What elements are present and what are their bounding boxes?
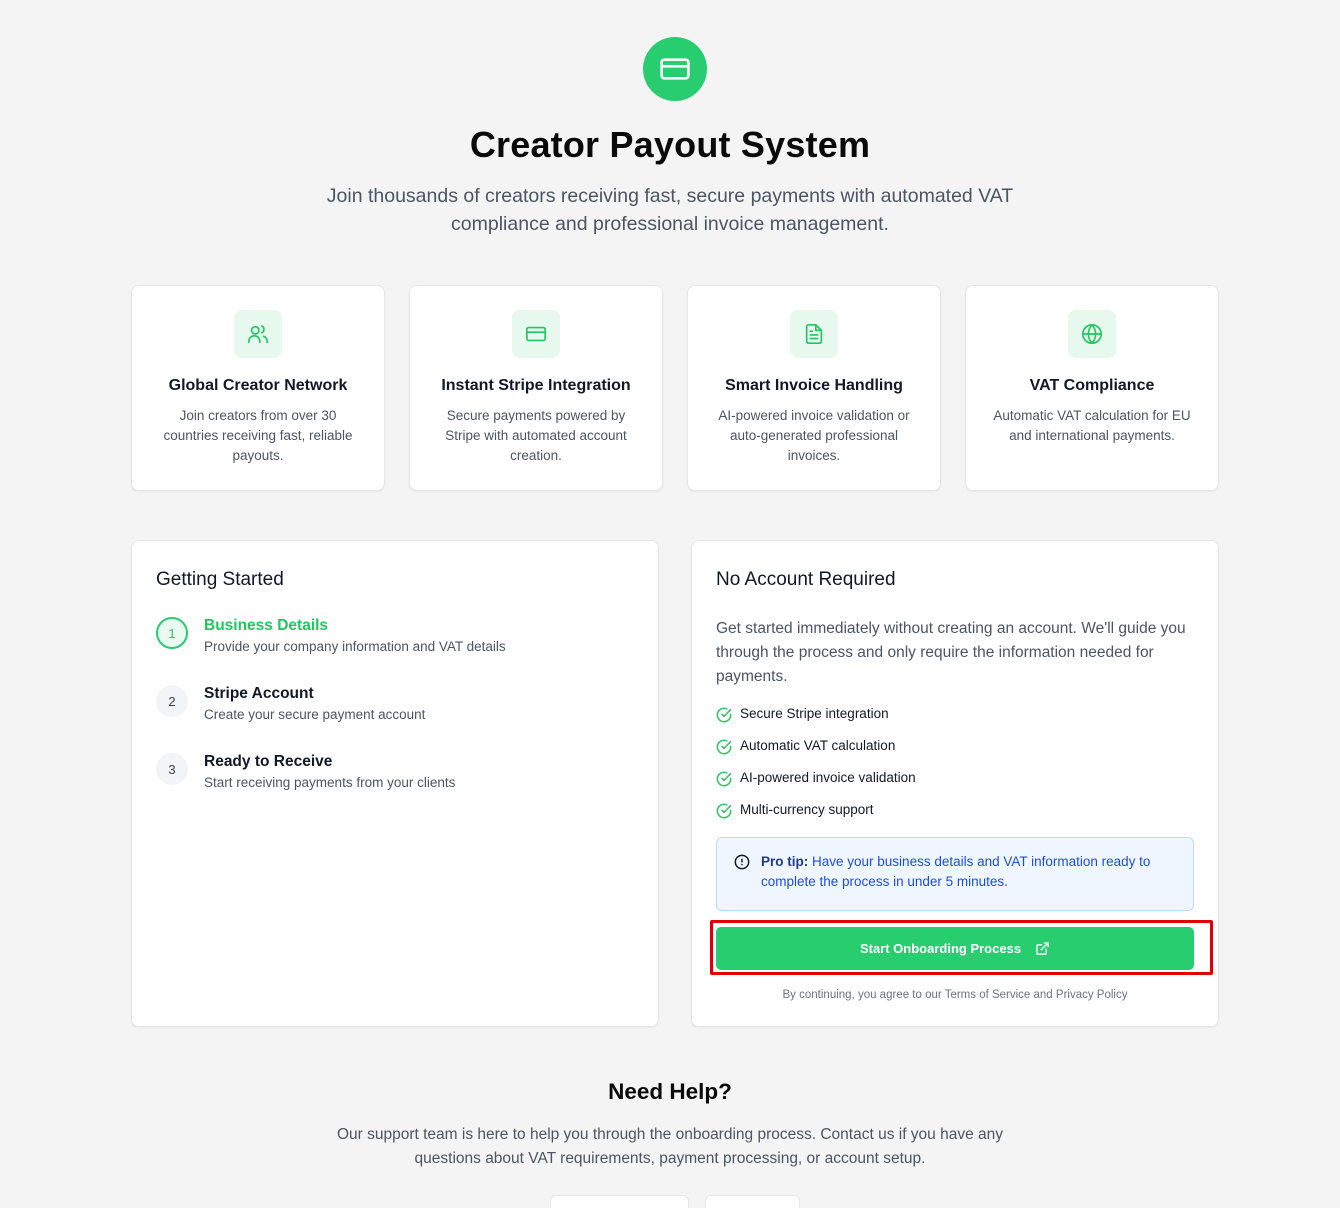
list-item: AI-powered invoice validation	[716, 769, 1116, 789]
benefit-label: Multi-currency support	[740, 802, 874, 817]
no-account-description: Get started immediately without creating…	[716, 620, 1186, 685]
pro-tip-body: Have your business details and VAT infor…	[761, 854, 1151, 889]
pro-tip-label: Pro tip:	[761, 854, 809, 869]
step-ready-to-receive: 3 Ready to Receive Start receiving payme…	[156, 753, 636, 803]
step-title: Business Details	[204, 617, 329, 634]
start-onboarding-button[interactable]: Start Onboarding Process	[716, 927, 1194, 970]
step-business-details: 1 Business Details Provide your company …	[156, 617, 636, 667]
list-item: Automatic VAT calculation	[716, 737, 1116, 757]
external-link-icon	[1036, 942, 1049, 955]
feature-description: AI-powered invoice validation or auto-ge…	[718, 408, 910, 463]
users-icon	[234, 310, 282, 358]
help-contact-button[interactable]	[550, 1195, 689, 1208]
getting-started-title: Getting Started	[156, 569, 284, 590]
help-secondary-button[interactable]	[705, 1195, 800, 1208]
step-number: 3	[156, 753, 188, 785]
getting-started-panel: Getting Started 1 Business Details Provi…	[131, 540, 659, 1027]
step-description: Create your secure payment account	[204, 707, 426, 722]
terms-notice: By continuing, you agree to our Terms of…	[782, 989, 1128, 1001]
help-title: Need Help?	[608, 1079, 732, 1104]
benefit-label: Secure Stripe integration	[740, 706, 889, 721]
feature-title: Global Creator Network	[168, 377, 348, 394]
help-subtitle: Our support team is here to help you thr…	[336, 1126, 1004, 1167]
feature-card-invoice: Smart Invoice Handling AI-powered invoic…	[687, 285, 941, 491]
benefit-label: AI-powered invoice validation	[740, 770, 916, 785]
pro-tip-alert: Pro tip: Have your business details and …	[716, 837, 1194, 911]
step-number: 1	[156, 617, 188, 649]
step-description: Start receiving payments from your clien…	[204, 775, 456, 790]
check-circle-icon	[716, 803, 732, 819]
step-stripe-account: 2 Stripe Account Create your secure paym…	[156, 685, 636, 735]
page-title: Creator Payout System	[469, 124, 871, 165]
step-number: 2	[156, 685, 188, 717]
step-description: Provide your company information and VAT…	[204, 639, 506, 654]
feature-description: Join creators from over 30 countries rec…	[163, 408, 353, 463]
no-account-panel: No Account Required Get started immediat…	[691, 540, 1219, 1027]
check-circle-icon	[716, 771, 732, 787]
list-item: Multi-currency support	[716, 801, 1116, 821]
feature-description: Automatic VAT calculation for EU and int…	[993, 408, 1191, 443]
check-circle-icon	[716, 707, 732, 723]
benefit-label: Automatic VAT calculation	[740, 738, 896, 753]
check-circle-icon	[716, 739, 732, 755]
feature-card-stripe: Instant Stripe Integration Secure paymen…	[409, 285, 663, 491]
feature-title: Smart Invoice Handling	[725, 377, 903, 394]
info-circle-icon	[734, 854, 750, 870]
step-title: Stripe Account	[204, 685, 314, 702]
start-onboarding-label: Start Onboarding Process	[859, 941, 1022, 956]
pro-tip-text: Pro tip: Have your business details and …	[761, 852, 1173, 892]
feature-title: Instant Stripe Integration	[441, 377, 631, 394]
globe-icon	[1068, 310, 1116, 358]
file-text-icon	[790, 310, 838, 358]
no-account-title: No Account Required	[716, 569, 896, 590]
step-title: Ready to Receive	[204, 753, 333, 770]
feature-description: Secure payments powered by Stripe with a…	[445, 408, 627, 463]
feature-card-global-network: Global Creator Network Join creators fro…	[131, 285, 385, 491]
feature-card-vat: VAT Compliance Automatic VAT calculation…	[965, 285, 1219, 491]
credit-card-icon	[643, 37, 707, 101]
page-subtitle: Join thousands of creators receiving fas…	[326, 185, 1014, 235]
feature-title: VAT Compliance	[1029, 377, 1155, 394]
list-item: Secure Stripe integration	[716, 705, 1116, 725]
credit-card-icon	[512, 310, 560, 358]
